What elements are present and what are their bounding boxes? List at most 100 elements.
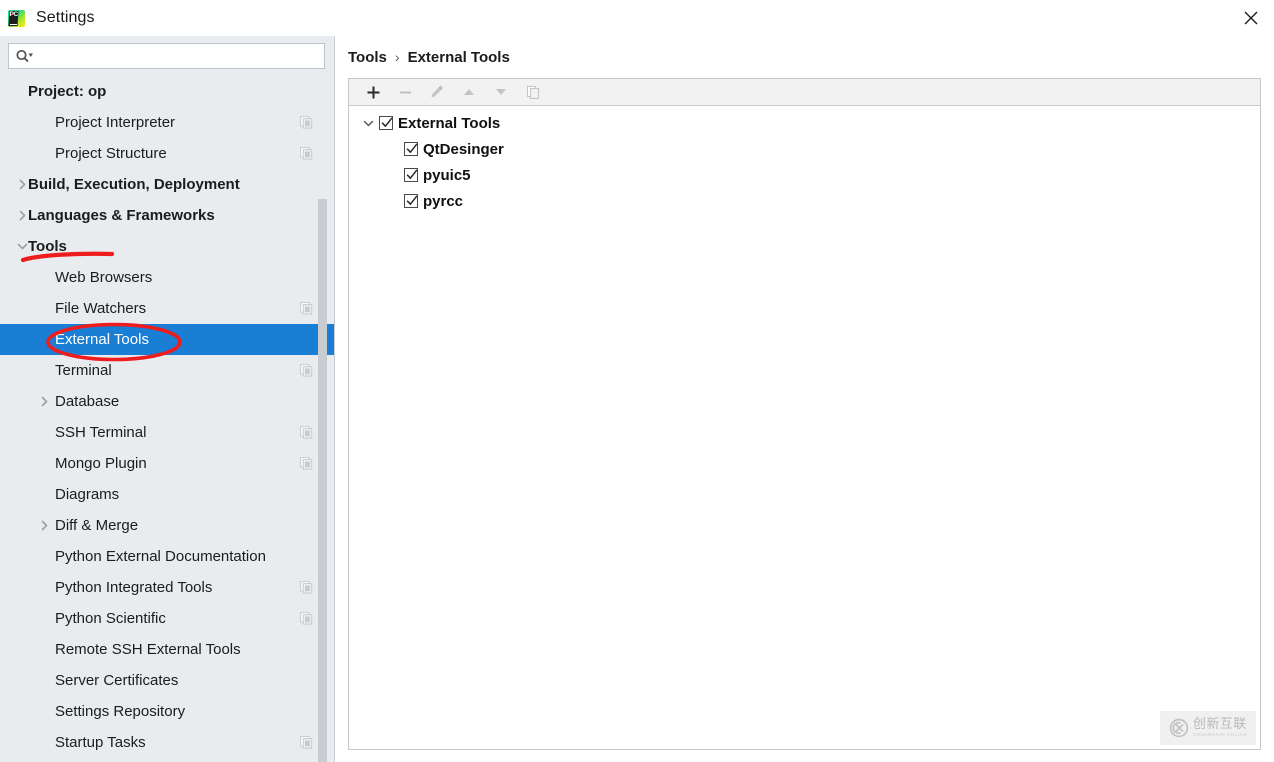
sidebar-item-web-browsers[interactable]: Web Browsers bbox=[0, 262, 335, 293]
sidebar-scrollbar-track[interactable] bbox=[318, 36, 331, 762]
module-copy-icon bbox=[300, 612, 313, 625]
sidebar-scrollbar-thumb[interactable] bbox=[318, 199, 327, 762]
sidebar-item-label: Project: op bbox=[28, 83, 107, 100]
sidebar-item-ssh-terminal[interactable]: SSH Terminal bbox=[0, 417, 335, 448]
watermark: 创新互联 CHUANGXIN HULIAN bbox=[1160, 711, 1256, 745]
chevron-right-icon[interactable] bbox=[14, 177, 30, 193]
edit-button[interactable] bbox=[421, 80, 453, 105]
minus-icon bbox=[399, 91, 411, 93]
sidebar-item-label: Diagrams bbox=[55, 486, 120, 503]
sidebar-item-label: External Tools bbox=[55, 331, 149, 348]
checkbox-qtdesinger[interactable] bbox=[404, 142, 418, 156]
chevron-down-icon[interactable] bbox=[357, 118, 379, 129]
watermark-cn-text: 创新互联 bbox=[1192, 717, 1247, 733]
sidebar-item-python-scientific[interactable]: Python Scientific bbox=[0, 603, 335, 634]
plus-icon bbox=[367, 86, 379, 98]
sidebar-item-startup-tasks[interactable]: Startup Tasks bbox=[0, 727, 335, 758]
settings-category-tree: Project: op Project Interpreter Project St… bbox=[0, 76, 335, 762]
cx-circle-logo bbox=[1169, 718, 1189, 738]
checkbox-pyuic5[interactable] bbox=[404, 168, 418, 182]
sidebar-item-python-external-documentation[interactable]: Python External Documentation bbox=[0, 541, 335, 572]
module-copy-icon bbox=[300, 581, 313, 594]
sidebar-item-external-tools[interactable]: External Tools bbox=[0, 324, 335, 355]
title-bar: PC Settings bbox=[0, 0, 1274, 36]
sidebar-item-mongo-plugin[interactable]: Mongo Plugin bbox=[0, 448, 335, 479]
watermark-en-text: CHUANGXIN HULIAN bbox=[1192, 732, 1248, 738]
sidebar-item-label: Tools bbox=[28, 238, 67, 255]
module-copy-icon bbox=[300, 426, 313, 439]
sidebar-item-label: Database bbox=[55, 393, 120, 410]
sidebar-item-languages-frameworks[interactable]: Languages & Frameworks bbox=[0, 200, 335, 231]
tool-label: QtDesinger bbox=[423, 140, 504, 158]
settings-dialog: PC Settings Project: op Project Interpret… bbox=[0, 0, 1274, 762]
external-tools-panel: External Tools QtDesinger pyuic5 pyrcc 创新互联… bbox=[348, 78, 1261, 750]
tool-label: pyrcc bbox=[423, 192, 464, 210]
sidebar-item-label: Python Integrated Tools bbox=[55, 579, 213, 596]
copy-button[interactable] bbox=[517, 80, 549, 105]
checkbox-external-tools[interactable] bbox=[379, 116, 393, 130]
move-up-button[interactable] bbox=[453, 80, 485, 105]
remove-button[interactable] bbox=[389, 80, 421, 105]
breadcrumb-parent[interactable]: Tools bbox=[348, 49, 387, 66]
sidebar-item-tools[interactable]: Tools bbox=[0, 231, 335, 262]
sidebar-item-label: Project Interpreter bbox=[55, 114, 176, 131]
arrow-down-icon bbox=[496, 89, 506, 95]
chevron-right-icon[interactable] bbox=[36, 518, 52, 534]
add-button[interactable] bbox=[357, 80, 389, 105]
settings-content-panel: Tools › External Tools External Tools Qt… bbox=[335, 36, 1274, 762]
sidebar-item-file-watchers[interactable]: File Watchers bbox=[0, 293, 335, 324]
settings-sidebar: Project: op Project Interpreter Project St… bbox=[0, 36, 335, 762]
tool-row-qtdesinger[interactable]: QtDesinger bbox=[349, 136, 1260, 162]
sidebar-item-label: Build, Execution, Deployment bbox=[28, 176, 240, 193]
arrow-up-icon bbox=[464, 89, 474, 95]
search-box[interactable] bbox=[8, 43, 325, 69]
window-title: Settings bbox=[36, 9, 95, 26]
sidebar-item-label: Project Structure bbox=[55, 145, 167, 162]
sidebar-item-label: Diff & Merge bbox=[55, 517, 139, 534]
close-icon[interactable] bbox=[1228, 0, 1274, 36]
tool-row-pyuic5[interactable]: pyuic5 bbox=[349, 162, 1260, 188]
tool-row-external-tools[interactable]: External Tools bbox=[349, 110, 1260, 136]
external-tools-toolbar bbox=[349, 79, 1260, 106]
sidebar-item-database[interactable]: Database bbox=[0, 386, 335, 417]
chevron-down-icon[interactable] bbox=[14, 239, 30, 255]
checkbox-pyrcc[interactable] bbox=[404, 194, 418, 208]
sidebar-item-label: Web Browsers bbox=[55, 269, 153, 286]
chevron-right-icon[interactable] bbox=[36, 394, 52, 410]
sidebar-item-diagrams[interactable]: Diagrams bbox=[0, 479, 335, 510]
sidebar-item-project-interpreter[interactable]: Project Interpreter bbox=[0, 107, 335, 138]
pencil-icon bbox=[431, 85, 443, 98]
sidebar-item-label: Python Scientific bbox=[55, 610, 166, 627]
breadcrumb-separator-icon: › bbox=[394, 49, 400, 65]
external-tools-tree: External Tools QtDesinger pyuic5 pyrcc bbox=[349, 106, 1260, 214]
sidebar-item-settings-repository[interactable]: Settings Repository bbox=[0, 696, 335, 727]
tool-row-pyrcc[interactable]: pyrcc bbox=[349, 188, 1260, 214]
sidebar-item-label: File Watchers bbox=[55, 300, 147, 317]
sidebar-item-label: SSH Terminal bbox=[55, 424, 147, 441]
tool-label: External Tools bbox=[398, 114, 501, 132]
sidebar-item-label: Remote SSH External Tools bbox=[55, 641, 241, 658]
move-down-button[interactable] bbox=[485, 80, 517, 105]
module-copy-icon bbox=[300, 116, 313, 129]
sidebar-item-project-structure[interactable]: Project Structure bbox=[0, 138, 335, 169]
sidebar-item-label: Settings Repository bbox=[55, 703, 186, 720]
sidebar-item-project-op[interactable]: Project: op bbox=[0, 76, 335, 107]
sidebar-item-remote-ssh-external-tools[interactable]: Remote SSH External Tools bbox=[0, 634, 335, 665]
search-input[interactable] bbox=[39, 45, 324, 67]
copy-icon bbox=[526, 85, 539, 99]
sidebar-item-python-integrated-tools[interactable]: Python Integrated Tools bbox=[0, 572, 335, 603]
module-copy-icon bbox=[300, 364, 313, 377]
breadcrumb: Tools › External Tools bbox=[348, 46, 510, 68]
sidebar-item-label: Python External Documentation bbox=[55, 548, 266, 565]
sidebar-item-diff-merge[interactable]: Diff & Merge bbox=[0, 510, 335, 541]
breadcrumb-current: External Tools bbox=[407, 48, 510, 66]
sidebar-item-label: Mongo Plugin bbox=[55, 455, 147, 472]
sidebar-item-label: Startup Tasks bbox=[55, 734, 146, 751]
sidebar-item-label: Server Certificates bbox=[55, 672, 179, 689]
sidebar-item-terminal[interactable]: Terminal bbox=[0, 355, 335, 386]
chevron-right-icon[interactable] bbox=[14, 208, 30, 224]
tool-label: pyuic5 bbox=[423, 166, 471, 184]
sidebar-item-server-certificates[interactable]: Server Certificates bbox=[0, 665, 335, 696]
pycharm-icon: PC bbox=[8, 9, 25, 27]
sidebar-item-build-execution-deployment[interactable]: Build, Execution, Deployment bbox=[0, 169, 335, 200]
